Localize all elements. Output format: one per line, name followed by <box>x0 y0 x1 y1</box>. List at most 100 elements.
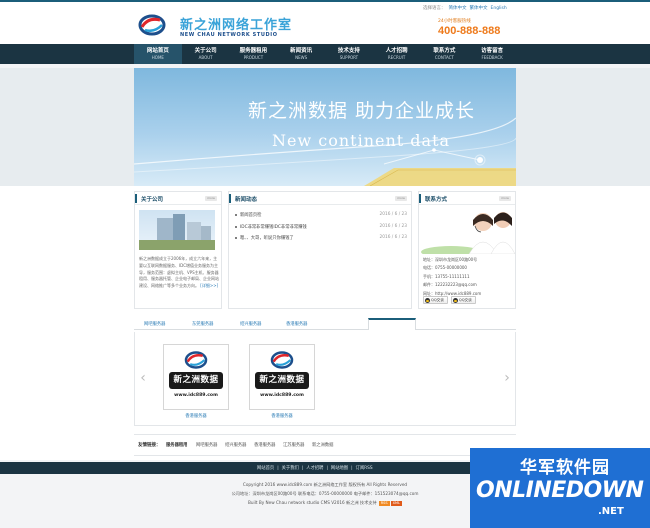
news-item[interactable]: 嗯、、大哥，听说只你赚钱了 2016 / 6 / 23 <box>235 235 411 247</box>
product-brand-name: 新之洲数据 <box>169 372 223 389</box>
product-brand-name: 新之洲数据 <box>255 372 309 389</box>
news-item[interactable]: 新闻首页检 2016 / 6 / 23 <box>235 212 411 224</box>
friend-link[interactable]: 新之洲数据 <box>312 442 333 448</box>
footer-link-sitemap[interactable]: 网站地图 <box>331 466 348 471</box>
qq-chat-button[interactable]: QQ交谈 <box>450 296 476 304</box>
qq-chat-label: QQ交谈 <box>431 298 444 302</box>
footer-link-rss[interactable]: 订阅RSS <box>356 466 373 471</box>
nav-label-cn: 技术支持 <box>337 48 360 54</box>
product-carousel: ‹ › 新之洲数据 www.idc889.com 香港服务器 新之洲数据 www… <box>134 332 516 426</box>
product-caption[interactable]: 香港服务器 <box>249 413 315 419</box>
qq-chat-button[interactable]: QQ交谈 <box>423 296 448 304</box>
news-date: 2016 / 6 / 23 <box>379 212 408 217</box>
main-nav: 网站首页 HOME 关于公司 ABOUT 服务器租用 PRODUCT 新闻资讯 NEWS… <box>0 44 650 64</box>
news-box: 新闻动态 more 新闻首页检 2016 / 6 / 23 IDC非常非常赚钱I… <box>228 191 412 309</box>
about-description: 新之洲数据成立于2006年，成立六年来，主要以互联网数据服务、IDC增值业务服务… <box>139 256 219 290</box>
contact-box-title: 联系方式 <box>425 197 448 203</box>
nav-label-en: SUPPORT <box>339 55 359 60</box>
xml-badge[interactable]: XML <box>390 501 402 506</box>
about-box-title: 关于公司 <box>141 197 164 203</box>
tab-active-indicator <box>368 318 416 330</box>
title-accent-bar <box>229 194 231 203</box>
title-accent-bar <box>419 194 421 203</box>
contact-box-header: 联系方式 more <box>419 192 515 205</box>
logo-chinese-name: 新之洲网络工作室 <box>180 18 293 33</box>
tab-hongkong-server[interactable]: 香港服务器 <box>286 321 307 327</box>
about-more-button[interactable]: more <box>205 196 217 201</box>
footer-built-text: Built By New Chau network studio CMS V20… <box>248 500 377 505</box>
onlinedown-watermark: 华军软件园 ONLINEDOWN .NET <box>470 448 650 528</box>
product-card[interactable]: 新之洲数据 www.idc889.com <box>249 344 315 410</box>
friend-links: 友情链接： 服务器租用 网吧服务器 绍兴服务器 香港服务器 江苏服务器 新之洲数… <box>134 434 516 456</box>
footer-link-home[interactable]: 网站首页 <box>257 466 274 471</box>
product-logo-icon <box>184 351 208 369</box>
nav-label-en: PRODUCT <box>243 55 264 60</box>
qq-chat-label: QQ交谈 <box>458 298 472 302</box>
tab-internet-cafe-server[interactable]: 网吧服务器 <box>144 321 165 327</box>
banner-headline-en: New continent data <box>272 131 451 150</box>
nav-item-about[interactable]: 关于公司 ABOUT <box>182 44 230 64</box>
nav-label-en: ABOUT <box>198 55 213 60</box>
news-title: 嗯、、大哥，听说只你赚钱了 <box>240 236 294 241</box>
nav-label-en: CONTACT <box>434 55 454 60</box>
nav-label-cn: 访客留言 <box>481 48 504 54</box>
news-item[interactable]: IDC非常非常赚钱IDC非常非常赚钱 2016 / 6 / 23 <box>235 224 411 236</box>
friend-link[interactable]: 香港服务器 <box>254 442 275 448</box>
hero-banner[interactable]: 新之洲数据 助力企业成长 New continent data <box>134 68 516 186</box>
news-title: IDC非常非常赚钱IDC非常非常赚钱 <box>240 224 307 230</box>
nav-label-cn: 关于公司 <box>194 48 217 54</box>
product-card[interactable]: 新之洲数据 www.idc889.com <box>163 344 229 410</box>
carousel-next-arrow-icon[interactable]: › <box>503 368 511 388</box>
nav-label-cn: 人才招聘 <box>385 48 408 54</box>
nav-item-contact[interactable]: 联系方式 CONTACT <box>421 44 469 64</box>
nav-label-cn: 服务器租用 <box>239 48 268 54</box>
nav-item-support[interactable]: 技术支持 SUPPORT <box>325 44 373 64</box>
nav-item-product[interactable]: 服务器租用 PRODUCT <box>230 44 278 64</box>
about-box: 关于公司 more 新之洲数据成立于2006年，成立六年来，主要以互联网数据服务… <box>134 191 222 309</box>
contact-email: 邮件：122232223@qq.com <box>423 282 477 288</box>
banner-side-left <box>0 68 134 186</box>
friend-link[interactable]: 网吧服务器 <box>196 442 217 448</box>
about-read-more-link[interactable]: [详细>>] <box>200 283 218 288</box>
contact-address: 地址：深圳市龙岗区00路00号 <box>423 257 478 262</box>
nav-item-home[interactable]: 网站首页 HOME <box>134 44 182 64</box>
nav-item-feedback[interactable]: 访客留言 FEEDBACK <box>468 44 516 64</box>
friend-link[interactable]: 江苏服务器 <box>283 442 304 448</box>
footer-link-about[interactable]: 关于我们 <box>282 466 299 471</box>
news-list: 新闻首页检 2016 / 6 / 23 IDC非常非常赚钱IDC非常非常赚钱 2… <box>235 212 411 247</box>
contact-phone: 电话：0755-00000000 <box>423 265 467 271</box>
nav-item-news[interactable]: 新闻资讯 NEWS <box>277 44 325 64</box>
friend-link[interactable]: 绍兴服务器 <box>225 442 246 448</box>
tab-shaoxing-server[interactable]: 绍兴服务器 <box>240 321 261 327</box>
news-more-button[interactable]: more <box>395 196 407 201</box>
tab-dongguan-server[interactable]: 东莞服务器 <box>192 321 213 327</box>
lang-option-english[interactable]: English <box>491 6 507 11</box>
product-image: 新之洲数据 www.idc889.com <box>166 347 226 407</box>
rss-badge[interactable]: RSS <box>378 501 390 506</box>
product-url: www.idc889.com <box>260 393 304 398</box>
carousel-prev-arrow-icon[interactable]: ‹ <box>139 368 147 388</box>
nav-label-cn: 网站首页 <box>146 48 169 54</box>
lang-option-simplified[interactable]: 简体中文 <box>449 6 467 11</box>
friend-link[interactable]: 服务器租用 <box>166 442 187 448</box>
footer-nav-links: 网站首页 | 关于我们 | 人才招聘 | 网站地图 | 订阅RSS <box>257 466 373 471</box>
nav-item-recruit[interactable]: 人才招聘 RECRUIT <box>373 44 421 64</box>
nav-label-en: HOME <box>151 55 164 60</box>
news-date: 2016 / 6 / 23 <box>379 223 408 229</box>
header: 新之洲网络工作室 NEW CHAU NETWORK STUDIO 选择语言： 简体… <box>0 2 650 44</box>
contact-more-button[interactable]: more <box>499 196 511 201</box>
about-box-header: 关于公司 more <box>135 192 221 205</box>
qq-penguin-icon <box>425 297 430 303</box>
news-date: 2016 / 6 / 23 <box>379 235 408 240</box>
contact-details: 地址：深圳市龙岗区00路00号 电话：0755-00000000 手机：1375… <box>423 256 517 298</box>
qq-penguin-icon <box>452 297 458 303</box>
service-staff-illustration <box>421 212 516 258</box>
qq-chat-buttons: QQ交谈 QQ交谈 <box>423 296 479 304</box>
nav-label-cn: 新闻资讯 <box>290 48 313 54</box>
language-label: 选择语言： <box>423 6 446 11</box>
footer-link-recruit[interactable]: 人才招聘 <box>306 466 323 471</box>
product-caption[interactable]: 香港服务器 <box>163 413 229 419</box>
lang-option-traditional[interactable]: 繁体中文 <box>470 6 488 11</box>
logo-english-name: NEW CHAU NETWORK STUDIO <box>180 32 278 38</box>
site-logo[interactable]: 新之洲网络工作室 NEW CHAU NETWORK STUDIO <box>138 12 308 42</box>
